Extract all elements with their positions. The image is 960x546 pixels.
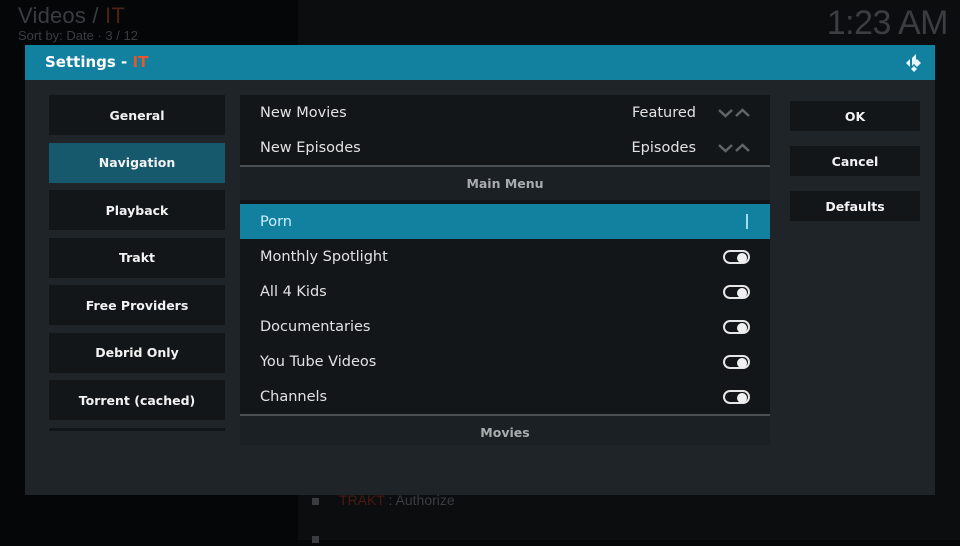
breadcrumb-prefix: Videos / — [18, 3, 106, 28]
text-cursor — [746, 214, 748, 229]
category-label: Trakt — [118, 250, 156, 265]
background-sort-info: Sort by: Date · 3 / 12 — [18, 28, 138, 43]
ok-button[interactable]: OK — [790, 101, 920, 131]
dialog-title-accent: IT — [132, 53, 149, 71]
setting-label: Documentaries — [260, 318, 371, 335]
toggle-knob — [737, 287, 747, 298]
chevron-down-icon[interactable] — [718, 108, 733, 118]
toggle-switch[interactable] — [723, 389, 750, 404]
spinner-controls — [718, 142, 750, 154]
setting-porn[interactable]: Porn — [240, 204, 770, 239]
defaults-button[interactable]: Defaults — [790, 191, 920, 221]
chevron-up-icon[interactable] — [735, 142, 750, 153]
category-debrid-only[interactable]: Debrid Only — [49, 332, 225, 373]
dialog-actions: OK Cancel Defaults — [790, 101, 920, 236]
toggle-knob — [737, 392, 747, 403]
setting-label: New Episodes — [260, 139, 361, 156]
dialog-title: Settings - IT — [45, 53, 148, 71]
setting-value: Episodes — [631, 139, 697, 156]
setting-channels[interactable]: Channels — [240, 379, 770, 414]
setting-new-movies[interactable]: New Movies Featured — [240, 95, 770, 130]
category-label: Navigation — [98, 155, 176, 170]
cancel-button[interactable]: Cancel — [790, 146, 920, 176]
category-playback[interactable]: Playback — [49, 190, 225, 230]
bullet-icon — [312, 535, 319, 543]
category-label: Free Providers — [85, 297, 189, 313]
setting-label: Channels — [260, 388, 328, 405]
dialog-header: Settings - IT — [25, 45, 935, 80]
category-label: General — [109, 107, 165, 123]
background-list-item — [312, 530, 339, 546]
setting-all-4-kids[interactable]: All 4 Kids — [240, 274, 770, 309]
background-breadcrumb: Videos / IT — [18, 3, 125, 29]
kodi-logo-icon — [906, 54, 921, 72]
setting-new-episodes[interactable]: New Episodes Episodes — [240, 130, 770, 165]
setting-monthly-spotlight[interactable]: Monthly Spotlight — [240, 239, 770, 274]
section-title: Movies — [480, 425, 530, 440]
defaults-label: Defaults — [825, 198, 885, 214]
toggle-switch[interactable] — [723, 284, 750, 299]
setting-label: New Movies — [260, 104, 347, 121]
category-label: Debrid Only — [95, 345, 179, 360]
dialog-title-prefix: Settings - — [45, 53, 133, 71]
category-list-overflow — [49, 427, 225, 431]
toggle-knob — [737, 322, 747, 333]
category-label: Playback — [105, 202, 169, 218]
setting-value: Featured — [632, 104, 696, 121]
spinner-controls — [718, 107, 750, 119]
setting-documentaries[interactable]: Documentaries — [240, 309, 770, 344]
section-header-main-menu: Main Menu — [240, 165, 770, 200]
cancel-label: Cancel — [831, 153, 879, 169]
setting-label: You Tube Videos — [260, 353, 377, 370]
toggle-switch[interactable] — [723, 249, 750, 264]
category-general[interactable]: General — [49, 95, 225, 135]
breadcrumb-accent: IT — [105, 3, 125, 28]
bullet-icon — [312, 497, 319, 505]
setting-label: All 4 Kids — [260, 283, 327, 300]
category-list: General Navigation Playback Trakt Free P… — [49, 95, 225, 431]
section-header-movies: Movies — [240, 414, 770, 445]
toggle-knob — [737, 357, 747, 368]
section-title: Main Menu — [466, 176, 544, 191]
setting-label: Porn — [260, 213, 292, 230]
clock: 1:23 AM — [826, 4, 949, 42]
chevron-up-icon[interactable] — [735, 107, 750, 118]
toggle-switch[interactable] — [723, 354, 750, 369]
setting-you-tube-videos[interactable]: You Tube Videos — [240, 344, 770, 379]
settings-dialog: Settings - IT General Navigation Playbac… — [25, 45, 935, 495]
category-trakt[interactable]: Trakt — [49, 237, 225, 278]
setting-label: Monthly Spotlight — [260, 248, 388, 265]
toggle-switch[interactable] — [723, 319, 750, 334]
category-navigation[interactable]: Navigation — [49, 142, 225, 183]
toggle-knob — [737, 252, 747, 263]
category-free-providers[interactable]: Free Providers — [49, 285, 225, 325]
category-label: Torrent (cached) — [78, 392, 196, 408]
ok-label: OK — [844, 108, 866, 124]
category-torrent-cached[interactable]: Torrent (cached) — [49, 380, 225, 420]
chevron-down-icon[interactable] — [718, 143, 733, 153]
settings-list: New Movies Featured New Episodes Episode… — [240, 95, 770, 445]
